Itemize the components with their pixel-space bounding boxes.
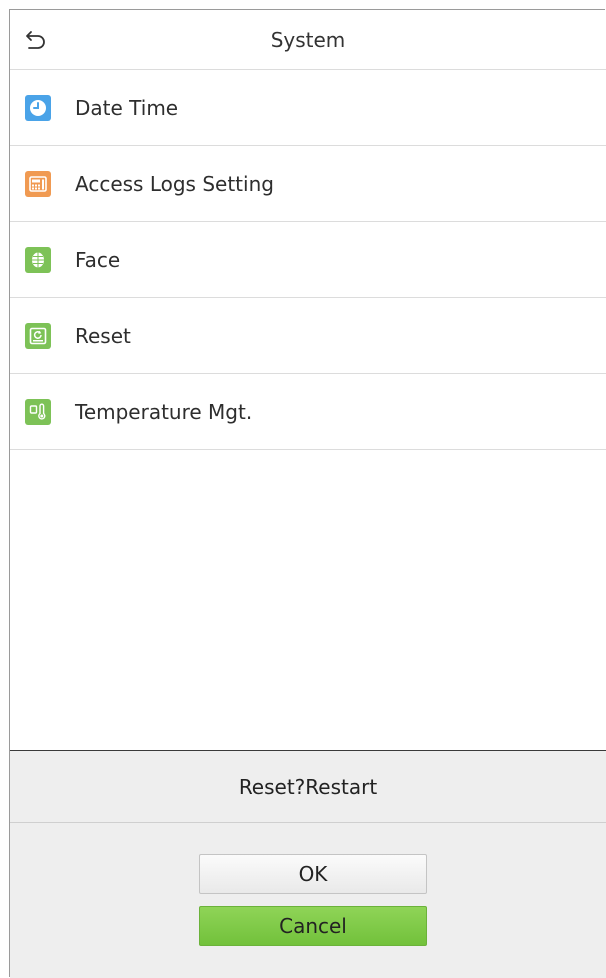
menu-item-label: Face xyxy=(75,247,121,272)
menu-item-access-logs-setting[interactable]: Access Logs Setting xyxy=(10,146,606,222)
face-icon xyxy=(25,246,51,273)
logs-icon xyxy=(25,170,51,197)
header-bar: System xyxy=(10,10,606,70)
menu-item-label: Date Time xyxy=(75,95,179,120)
back-button[interactable] xyxy=(20,24,52,56)
thermometer-icon xyxy=(25,398,51,425)
back-arrow-icon xyxy=(26,31,45,49)
menu-item-date-time[interactable]: Date Time xyxy=(10,70,606,146)
clock-icon xyxy=(25,94,51,121)
dialog-message: Reset?Restart xyxy=(10,751,606,823)
reset-icon xyxy=(25,322,51,349)
system-screen: System Date Time Access Logs Setting Fac… xyxy=(9,9,606,978)
menu-item-label: Reset xyxy=(75,323,131,348)
ok-button[interactable]: OK xyxy=(199,854,427,894)
menu-item-reset[interactable]: Reset xyxy=(10,298,606,374)
page-title: System xyxy=(270,28,346,52)
cancel-button[interactable]: Cancel xyxy=(199,906,427,946)
menu-item-face[interactable]: Face xyxy=(10,222,606,298)
system-menu: Date Time Access Logs Setting Face Reset… xyxy=(10,70,606,450)
menu-item-label: Access Logs Setting xyxy=(75,171,274,196)
menu-item-label: Temperature Mgt. xyxy=(75,399,253,424)
menu-item-temperature-mgt[interactable]: Temperature Mgt. xyxy=(10,374,606,450)
confirm-dialog: Reset?Restart OK Cancel xyxy=(10,750,606,978)
